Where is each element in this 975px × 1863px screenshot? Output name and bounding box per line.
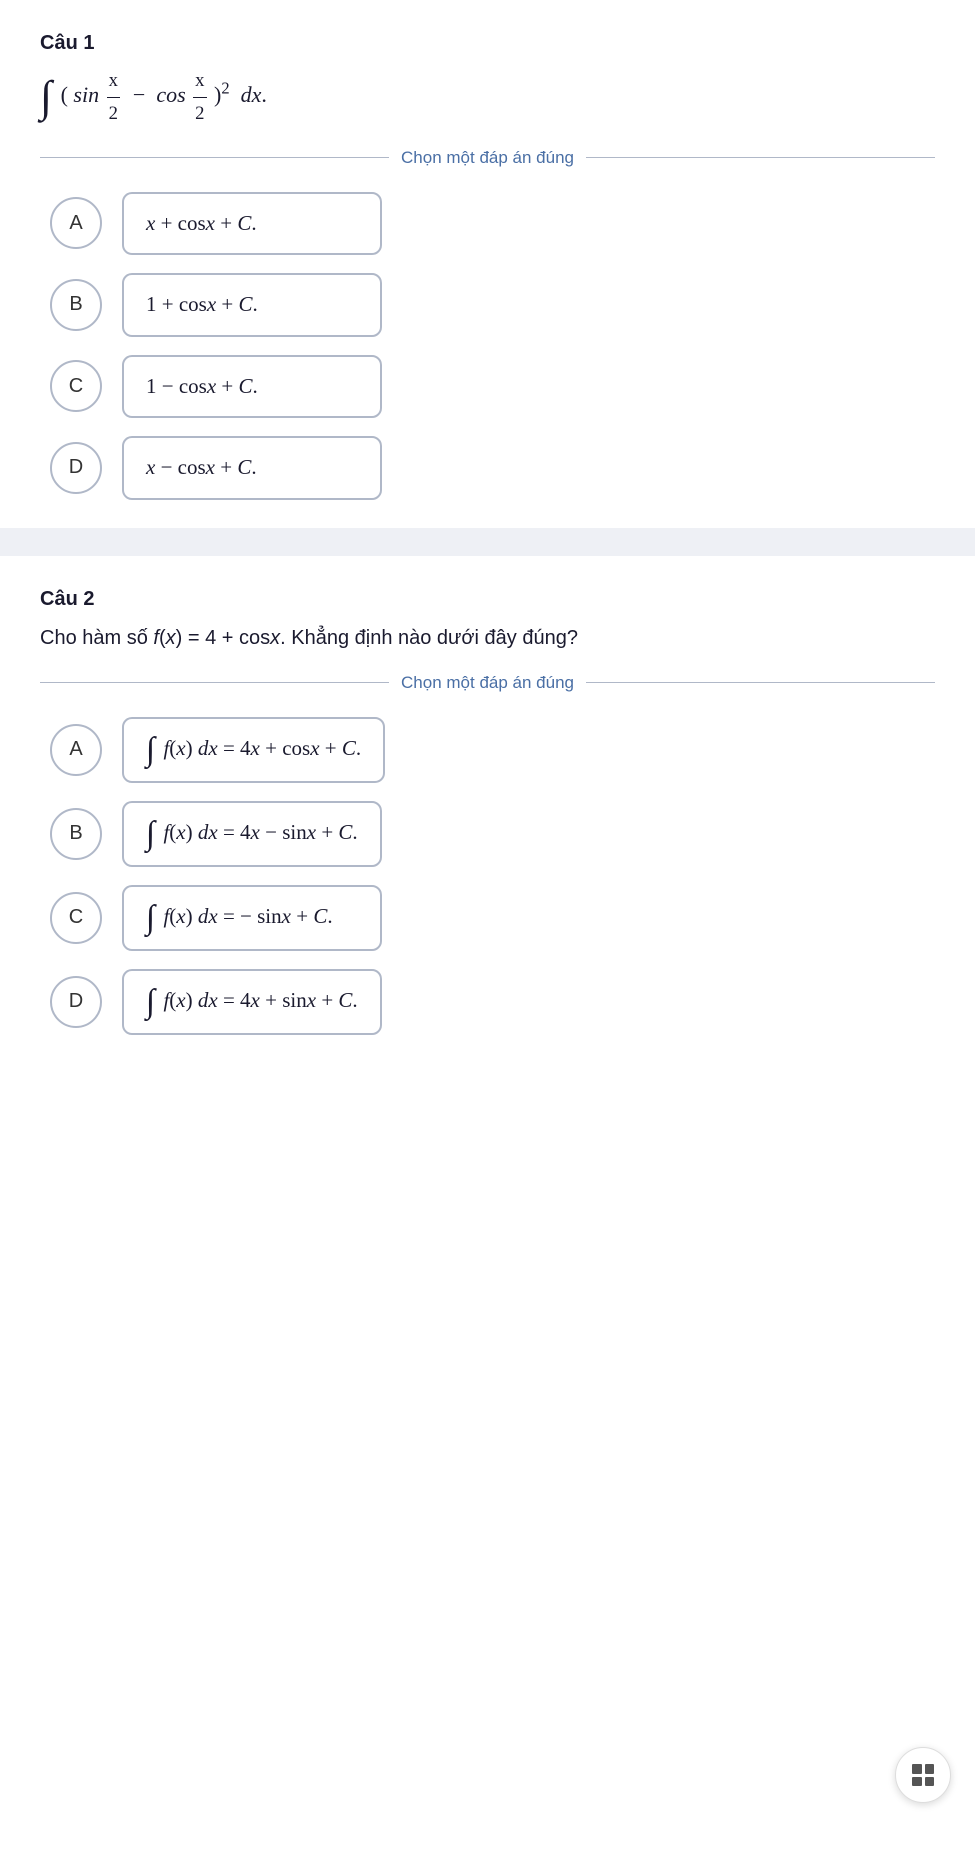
option-box-1c[interactable]: 1 − cosx + C. <box>122 355 382 419</box>
option-circle-2a[interactable]: A <box>50 724 102 776</box>
options-list-2: A ∫ f(x) dx = 4x + cosx + C. B ∫ f(x) dx… <box>40 717 935 1035</box>
question-2-description: Cho hàm số f(x) = 4 + cosx. Khẳng định n… <box>40 621 935 655</box>
option-2-a[interactable]: A ∫ f(x) dx = 4x + cosx + C. <box>50 717 925 783</box>
option-2-b[interactable]: B ∫ f(x) dx = 4x − sinx + C. <box>50 801 925 867</box>
option-2-d[interactable]: D ∫ f(x) dx = 4x + sinx + C. <box>50 969 925 1035</box>
question-2-title: Câu 2 <box>40 588 935 611</box>
option-1-d[interactable]: D x − cosx + C. <box>50 436 925 500</box>
question-1-formula: ∫ ( sin x 2 − cos x 2 )2 dx. <box>40 65 935 130</box>
question-1-block: Câu 1 ∫ ( sin x 2 − cos x 2 )2 dx. Chọn … <box>0 0 975 528</box>
integral-symbol-1: ∫ <box>40 72 52 121</box>
frac-cos: x 2 <box>193 65 206 130</box>
formula-body-1: ( sin x 2 − cos x 2 )2 dx. <box>61 82 267 107</box>
option-box-2c[interactable]: ∫ f(x) dx = − sinx + C. <box>122 885 382 951</box>
section-separator <box>0 528 975 556</box>
option-circle-2d[interactable]: D <box>50 976 102 1028</box>
grid-cell-3 <box>912 1777 922 1787</box>
option-text-1a: x <box>146 211 155 235</box>
option-box-1b[interactable]: 1 + cosx + C. <box>122 273 382 337</box>
grid-icon <box>912 1764 934 1786</box>
option-1-b[interactable]: B 1 + cosx + C. <box>50 273 925 337</box>
integral-2c: ∫ <box>146 899 155 936</box>
divider-1: Chọn một đáp án đúng <box>40 148 935 168</box>
option-circle-1a[interactable]: A <box>50 197 102 249</box>
integral-2a: ∫ <box>146 731 155 768</box>
option-box-2b[interactable]: ∫ f(x) dx = 4x − sinx + C. <box>122 801 382 867</box>
option-box-2d[interactable]: ∫ f(x) dx = 4x + sinx + C. <box>122 969 382 1035</box>
option-1-a[interactable]: A x + cosx + C. <box>50 192 925 256</box>
grid-fab-button[interactable] <box>895 1747 951 1803</box>
option-2-c[interactable]: C ∫ f(x) dx = − sinx + C. <box>50 885 925 951</box>
option-1-c[interactable]: C 1 − cosx + C. <box>50 355 925 419</box>
frac-sin: x 2 <box>107 65 120 130</box>
grid-cell-2 <box>925 1764 935 1774</box>
option-box-1d[interactable]: x − cosx + C. <box>122 436 382 500</box>
divider-label-2: Chọn một đáp án đúng <box>401 673 574 693</box>
divider-2: Chọn một đáp án đúng <box>40 673 935 693</box>
option-circle-1b[interactable]: B <box>50 279 102 331</box>
option-circle-2c[interactable]: C <box>50 892 102 944</box>
divider-label-1: Chọn một đáp án đúng <box>401 148 574 168</box>
grid-cell-4 <box>925 1777 935 1787</box>
grid-cell-1 <box>912 1764 922 1774</box>
integral-2d: ∫ <box>146 983 155 1020</box>
options-list-1: A x + cosx + C. B 1 + cosx + C. C 1 − co… <box>40 192 935 500</box>
option-box-1a[interactable]: x + cosx + C. <box>122 192 382 256</box>
question-2-block: Câu 2 Cho hàm số f(x) = 4 + cosx. Khẳng … <box>0 556 975 1063</box>
option-circle-1d[interactable]: D <box>50 442 102 494</box>
integral-2b: ∫ <box>146 815 155 852</box>
option-circle-1c[interactable]: C <box>50 360 102 412</box>
question-1-title: Câu 1 <box>40 32 935 55</box>
option-box-2a[interactable]: ∫ f(x) dx = 4x + cosx + C. <box>122 717 385 783</box>
option-circle-2b[interactable]: B <box>50 808 102 860</box>
